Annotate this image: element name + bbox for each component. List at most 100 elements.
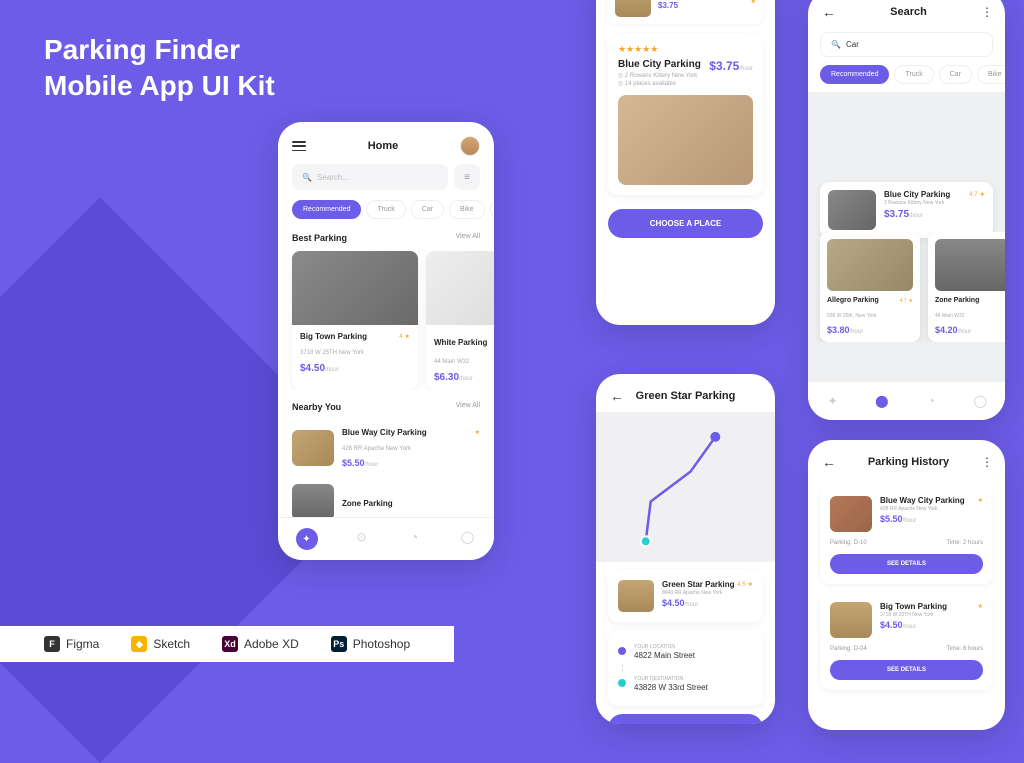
chip-car[interactable]: Car xyxy=(939,65,972,84)
phone-detail: Blue City Parking 2 Rowans Kittery New Y… xyxy=(596,0,775,325)
dest-dot-icon xyxy=(618,679,626,687)
chip-bike[interactable]: Bike xyxy=(977,65,1005,84)
nav-bell-icon[interactable]: ◔ xyxy=(406,528,424,546)
parking-slot: Parking: D-04 xyxy=(830,646,867,652)
rating-badge: 4.7 ★ xyxy=(969,190,985,199)
parking-price: $3.75/hour xyxy=(884,209,985,220)
parking-name: Blue Way City Parking xyxy=(880,496,965,505)
star-icon: ★ xyxy=(978,602,983,611)
search-input[interactable]: 🔍Search... xyxy=(292,164,448,190)
search-input[interactable]: 🔍Car xyxy=(820,32,993,57)
nav-bell-icon[interactable]: ◔ xyxy=(922,392,940,410)
see-details-button[interactable]: SEE DETAILS xyxy=(830,554,983,574)
screen-title: Home xyxy=(368,140,399,152)
parking-address: 538 W 25th, New York xyxy=(827,313,876,319)
view-all-link[interactable]: View All xyxy=(456,233,480,243)
ride-now-button[interactable]: RIDE NOW xyxy=(608,714,763,724)
parking-address: 428 RR Apache New York xyxy=(880,506,983,512)
parking-image xyxy=(618,580,654,612)
parking-card[interactable]: Zone Parking4 ★ 44 Main W32 $4.20/hour xyxy=(928,232,1005,342)
filter-button[interactable]: ≡ xyxy=(454,164,480,190)
tool-figma: FFigma xyxy=(44,636,99,652)
tool-sketch: ◆Sketch xyxy=(131,636,190,652)
bottom-nav: ✦ ⬤ ◔ ◯ xyxy=(808,381,1005,420)
chip-recommended[interactable]: Recommended xyxy=(292,200,361,219)
parking-image xyxy=(292,430,334,466)
parking-name: Allegro Parking xyxy=(827,297,879,304)
parking-image xyxy=(615,0,651,17)
parking-image xyxy=(618,95,753,185)
tool-ps: PsPhotoshop xyxy=(331,636,410,652)
parking-address: 44 Main W32 xyxy=(434,359,469,365)
map-view[interactable]: Blue City Parking4.7 ★ 2 Rowans Kittery … xyxy=(808,92,1005,382)
parking-address: 3718 W 25TH New York xyxy=(300,350,364,356)
screen-title: Parking History xyxy=(868,456,949,468)
parking-address: 8643 RR Apache New York xyxy=(662,590,753,596)
more-icon[interactable]: ⋮ xyxy=(981,5,991,19)
parking-card[interactable]: White Parking 44 Main W32 $6.30/hour xyxy=(426,251,494,390)
nav-explore-icon[interactable]: ✦ xyxy=(296,528,318,550)
choose-place-button[interactable]: CHOOSE A PLACE xyxy=(608,209,763,238)
chip-car[interactable]: Car xyxy=(411,200,444,219)
map-view[interactable] xyxy=(596,412,775,562)
nav-profile-icon[interactable]: ◯ xyxy=(459,528,477,546)
nav-profile-icon[interactable]: ◯ xyxy=(971,392,989,410)
list-item[interactable]: Blue Way City Parking★ 428 RR Apache New… xyxy=(278,420,494,476)
phone-history: ← Parking History ⋮ Blue Way City Parkin… xyxy=(808,440,1005,730)
parking-address: 2 Rowans Kittery New York xyxy=(884,200,985,206)
parking-address: 428 RR Apache New York xyxy=(342,446,411,452)
chip-truck[interactable]: Truck xyxy=(366,200,405,219)
chip-truck[interactable]: Truck xyxy=(894,65,933,84)
destination-card[interactable]: Green Star Parking4.5 ★ 8643 RR Apache N… xyxy=(608,570,763,622)
parking-name: Zone Parking xyxy=(935,297,979,304)
parking-image xyxy=(828,190,876,230)
parking-address: 3718 W 25TH New York xyxy=(880,612,983,618)
nav-explore-icon[interactable]: ✦ xyxy=(824,392,842,410)
parking-card[interactable]: Big Town Parking4 ★ 3718 W 25TH New York… xyxy=(292,251,418,390)
history-card: Blue Way City Parking★ 428 RR Apache New… xyxy=(820,486,993,584)
back-icon[interactable]: ← xyxy=(610,388,624,404)
parking-card[interactable]: Allegro Parking 4.7 ★ 538 W 25th, New Yor… xyxy=(820,232,920,342)
parking-name: White Parking xyxy=(434,338,487,347)
parking-image xyxy=(292,251,418,325)
parking-time: Time: 2 hours xyxy=(947,540,983,546)
parking-price: $3.75/hour xyxy=(709,59,753,73)
menu-icon[interactable] xyxy=(292,141,306,151)
back-icon[interactable]: ← xyxy=(822,454,836,470)
tools-bar: FFigma ◆Sketch XdAdobe XD PsPhotoshop xyxy=(0,626,454,662)
avatar[interactable] xyxy=(460,136,480,156)
tool-xd: XdAdobe XD xyxy=(222,636,299,652)
rating-badge: 4 ★ xyxy=(399,333,410,340)
star-icon: ★ xyxy=(475,428,480,437)
chip-recommended[interactable]: Recommended xyxy=(820,65,889,84)
phone-search: ← Search ⋮ 🔍Car Recommended Truck Car Bi… xyxy=(808,0,1005,420)
parking-name: Zone Parking xyxy=(342,499,393,508)
more-icon[interactable]: ⋮ xyxy=(981,455,991,469)
origin-dot-icon xyxy=(618,647,626,655)
availability: ◎ 14 places available xyxy=(618,80,701,87)
parking-name: Big Town Parking xyxy=(880,602,947,611)
section-title: Nearby You xyxy=(292,402,341,412)
parking-price: $5.50/hour xyxy=(880,514,983,524)
location-label: YOUR LOCATION xyxy=(634,644,695,650)
back-icon[interactable]: ← xyxy=(822,4,836,20)
chip-bicy[interactable]: Bicy xyxy=(490,200,494,219)
map-result-card[interactable]: Blue City Parking4.7 ★ 2 Rowans Kittery … xyxy=(820,182,993,238)
screen-title: Search xyxy=(890,6,927,18)
location-card: YOUR LOCATION4822 Main Street YOUR DESTI… xyxy=(608,630,763,706)
nav-location-icon[interactable]: ⊙ xyxy=(353,528,371,546)
page-title: Parking Finder Mobile App UI Kit xyxy=(44,32,275,105)
view-all-link[interactable]: View All xyxy=(456,402,480,412)
rating-badge: 4.7 ★ xyxy=(900,297,913,304)
nav-location-icon[interactable]: ⬤ xyxy=(873,392,891,410)
parking-address: 44 Main W32 xyxy=(935,313,964,319)
chip-bike[interactable]: Bike xyxy=(449,200,485,219)
rating-stars: ★★★★★ xyxy=(618,44,753,55)
peek-card[interactable]: Blue City Parking 2 Rowans Kittery New Y… xyxy=(608,0,763,24)
parking-price: $4.50/hour xyxy=(880,620,983,630)
parking-image xyxy=(292,484,334,520)
parking-image xyxy=(426,251,494,325)
parking-image xyxy=(827,239,913,291)
see-details-button[interactable]: SEE DETAILS xyxy=(830,660,983,680)
parking-price: $4.50/hour xyxy=(300,363,410,374)
